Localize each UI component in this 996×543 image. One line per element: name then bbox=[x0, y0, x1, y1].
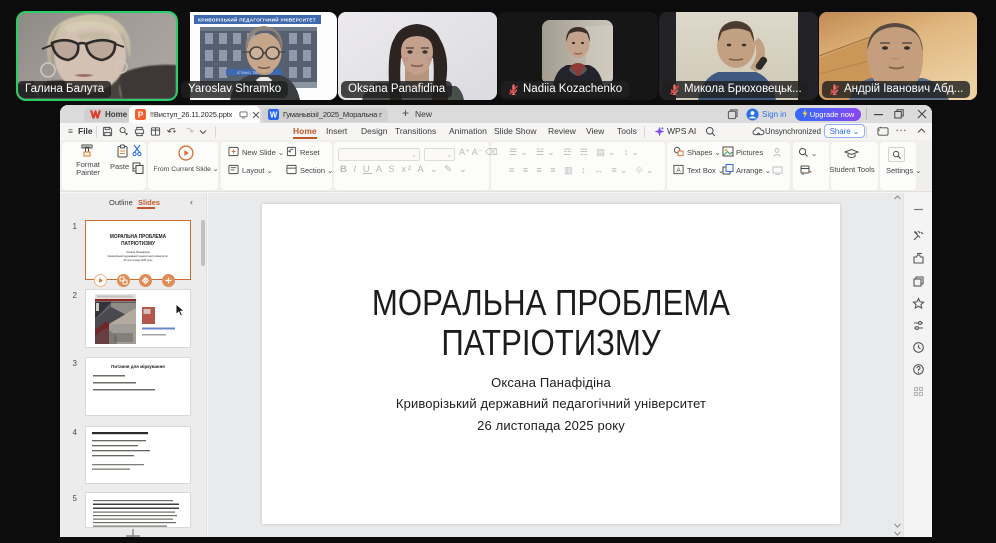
svg-text:A: A bbox=[676, 167, 681, 174]
svg-text:P: P bbox=[138, 110, 144, 119]
svg-text:КРИВОРІЗЬКИЙ ПЕДАГОГІЧНИЙ УН: КРИВОРІЗЬКИЙ ПЕДАГОГІЧНИЙ УНІВЕРСИТЕТ bbox=[198, 16, 316, 23]
svg-text:W: W bbox=[270, 111, 278, 120]
